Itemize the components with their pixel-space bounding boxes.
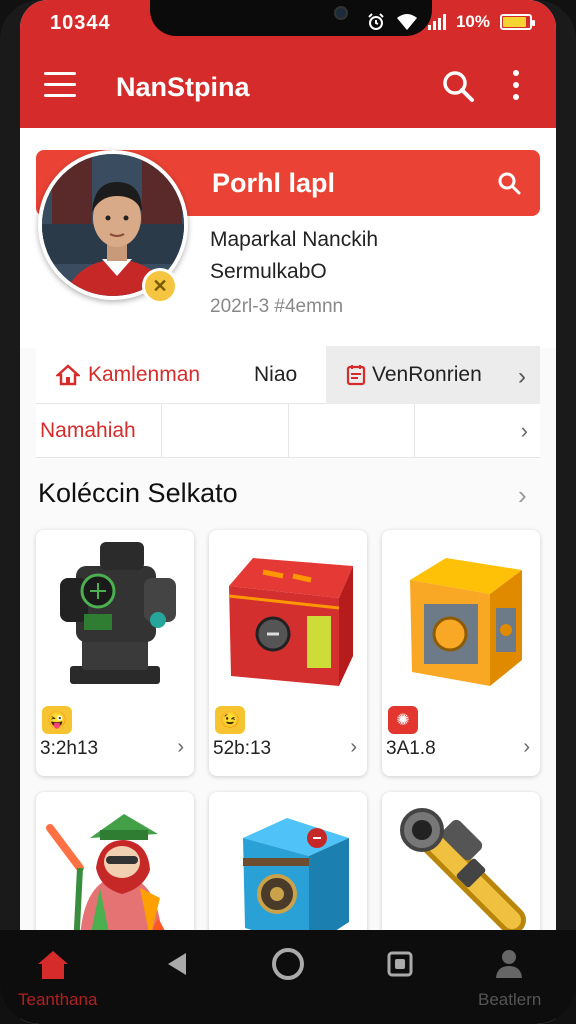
item-badge-icon: 😜 (42, 706, 72, 734)
home-button-icon[interactable] (272, 948, 304, 980)
subtab-empty-1[interactable] (162, 404, 289, 457)
bottom-nav: Teanthana Beatlern (0, 930, 576, 1024)
section-title: Koléccin Selkato (38, 478, 238, 508)
app-title: NanStpina (116, 72, 250, 102)
back-icon[interactable] (164, 950, 192, 978)
collection-item[interactable]: ✺ 3A1.8 › (382, 530, 540, 776)
profile-card: Porhl lapl ✕ Maparkal Nanckih SermulkabO… (20, 128, 556, 348)
alarm-icon (368, 13, 384, 30)
section-chevron-icon[interactable]: › (518, 480, 527, 511)
item-badge-icon: 😉 (215, 706, 245, 734)
home-icon[interactable] (36, 948, 70, 982)
profile-date: 202rl-3 #4emnn (210, 296, 344, 317)
tab-venronrien-label: VenRonrien (372, 362, 482, 386)
chevron-right-icon[interactable]: › (523, 736, 530, 759)
tab-bar: Kamlenman Niao VenRonrien › (36, 345, 540, 404)
app-bar: NanStpina (20, 48, 556, 128)
camera-icon (334, 6, 348, 20)
collection-item[interactable]: 😜 3:2h13 › (36, 530, 194, 776)
tab-venronrien[interactable]: VenRonrien › (326, 345, 540, 404)
gold-chest-icon (410, 558, 522, 686)
tab-home-label: Kamlenman (88, 362, 201, 386)
banner-title: Porhl lapl (212, 168, 336, 198)
app-screen: 10344 10% NanStpina Porhl lapl ✕ Maparka… (20, 0, 556, 1024)
search-icon[interactable] (440, 68, 476, 104)
menu-icon[interactable] (44, 72, 76, 100)
subtab-namahiah[interactable]: Namahiah (36, 404, 163, 457)
chevron-right-icon[interactable]: › (518, 363, 526, 391)
tab-home[interactable]: Kamlenman (36, 346, 246, 404)
tab-niao-label: Niao (254, 362, 298, 386)
battery-percent: 10% (455, 12, 490, 31)
status-time: 10344 (50, 12, 111, 34)
status-icons: 10% (366, 12, 535, 32)
phone-frame: 10344 10% NanStpina Porhl lapl ✕ Maparka… (0, 0, 576, 1024)
subtab-empty-3[interactable]: › (415, 404, 540, 457)
home-icon (56, 363, 80, 385)
collection-item[interactable]: 😉 52b:13 › (209, 530, 367, 776)
red-chest-icon (228, 558, 353, 686)
rank-badge-icon: ✕ (142, 268, 178, 304)
chevron-right-icon[interactable]: › (521, 418, 528, 444)
wifi-icon (396, 14, 417, 30)
subtab-empty-2[interactable] (289, 404, 415, 457)
nav-home-label[interactable]: Teanthana (18, 990, 97, 1010)
item-badge-icon: ✺ (388, 706, 418, 734)
tab-niao[interactable]: Niao (246, 346, 326, 404)
subtab-namahiah-label: Namahiah (40, 418, 136, 442)
more-options-icon[interactable] (510, 70, 522, 104)
item-value: 52b:13 (213, 738, 272, 759)
nav-user-label[interactable]: Beatlern (478, 990, 541, 1010)
user-icon[interactable] (494, 948, 524, 980)
sub-tab-bar: Namahiah › (36, 404, 540, 458)
chevron-right-icon[interactable]: › (177, 736, 184, 759)
calendar-icon (346, 364, 366, 385)
recent-apps-icon[interactable] (386, 950, 414, 978)
signal-icon (427, 14, 446, 30)
profile-subtitle: SermulkabO (210, 260, 327, 283)
chevron-right-icon[interactable]: › (350, 736, 357, 759)
item-value: 3A1.8 (386, 738, 436, 759)
item-value: 3:2h13 (40, 738, 99, 759)
banner-search-icon[interactable] (496, 170, 522, 196)
status-bar: 10344 10% (20, 0, 556, 48)
profile-name: Maparkal Nanckih (210, 228, 379, 251)
machine-icon (60, 542, 176, 684)
battery-icon (500, 14, 535, 30)
